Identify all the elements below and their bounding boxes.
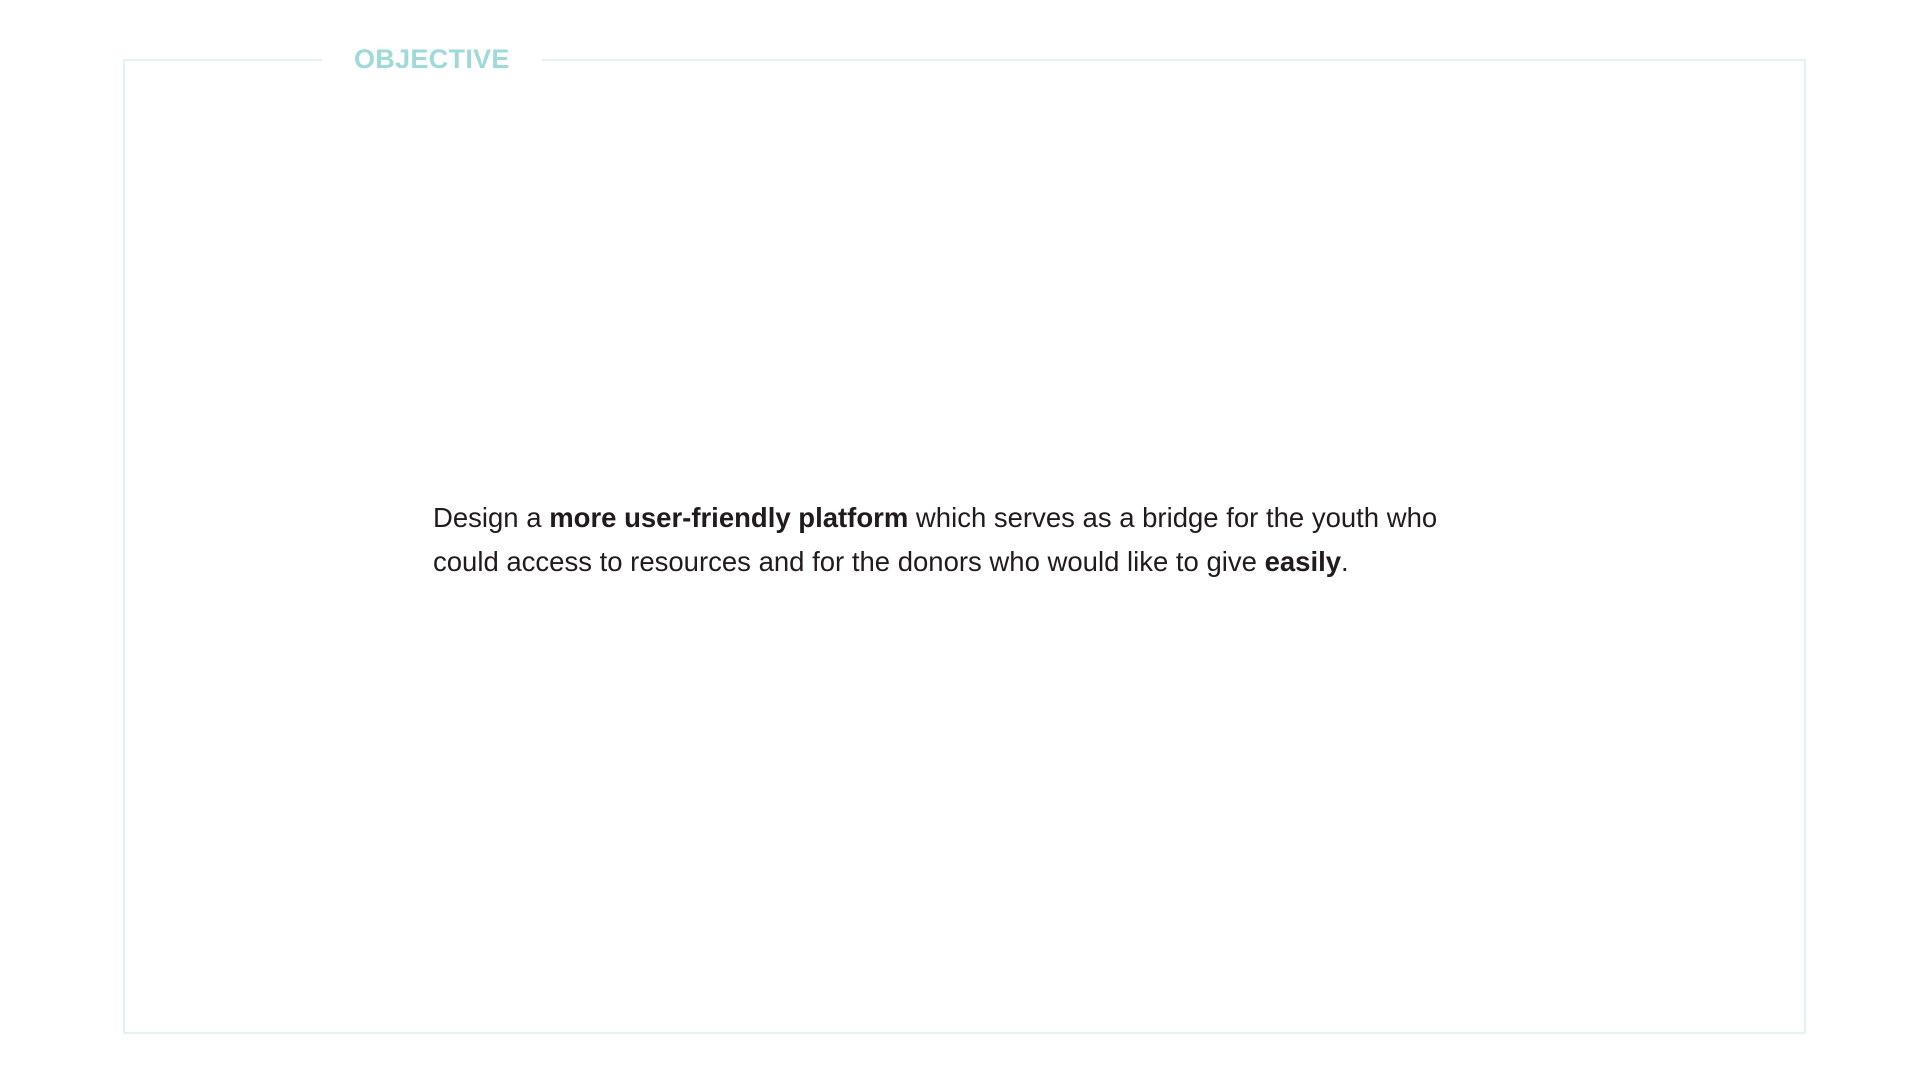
- section-title: OBJECTIVE: [322, 38, 542, 80]
- objective-statement: Design a more user-friendly platform whi…: [433, 496, 1513, 584]
- objective-line1-emphasis: more user-friendly platform: [549, 502, 909, 533]
- objective-line1-prefix: Design a: [433, 502, 550, 533]
- objective-line2-emphasis: easily: [1264, 546, 1342, 577]
- objective-line2-prefix: could access to resources and for the do…: [433, 546, 1265, 577]
- objective-line2-suffix: .: [1341, 546, 1349, 577]
- objective-line1-suffix: which serves as a bridge for the youth w…: [908, 502, 1438, 533]
